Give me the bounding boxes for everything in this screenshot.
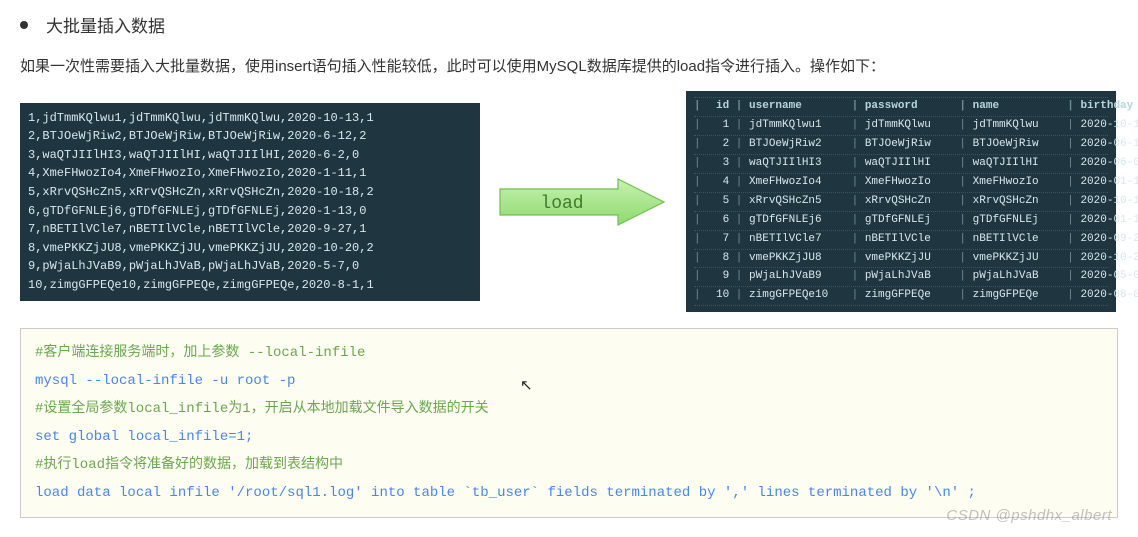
csv-line: 3,waQTJIIlHI3,waQTJIIlHI,waQTJIIlHI,2020… xyxy=(28,146,472,165)
table-cell: birthday xyxy=(1080,99,1138,115)
csv-line: 2,BTJOeWjRiw2,BTJOeWjRiw,BTJOeWjRiw,2020… xyxy=(28,127,472,146)
table-cell: xRrvQSHcZn5 xyxy=(749,194,845,210)
table-cell: pWjaLhJVaB xyxy=(973,269,1061,285)
csv-line: 8,vmePKKZjJU8,vmePKKZjJU,vmePKKZjJU,2020… xyxy=(28,239,472,258)
table-cell: 2020-05-07 xyxy=(1080,269,1138,285)
table-cell: BTJOeWjRiw xyxy=(973,137,1061,153)
db-table-panel: | id | username | password | name | birt… xyxy=(686,91,1116,312)
table-cell: XmeFHwozIo4 xyxy=(749,175,845,191)
table-cell: 2 xyxy=(707,137,729,153)
table-cell: 4 xyxy=(707,175,729,191)
csv-line: 4,XmeFHwozIo4,XmeFHwozIo,XmeFHwozIo,2020… xyxy=(28,164,472,183)
csv-line: 5,xRrvQSHcZn5,xRrvQSHcZn,xRrvQSHcZn,2020… xyxy=(28,183,472,202)
intro-paragraph: 如果一次性需要插入大批量数据，使用insert语句插入性能较低，此时可以使用My… xyxy=(20,55,1118,79)
table-cell: 2020-06-12 xyxy=(1080,137,1138,153)
table-cell: 2020-01-13 xyxy=(1080,213,1138,229)
table-cell: XmeFHwozIo xyxy=(973,175,1061,191)
table-cell: zimgGFPEQe10 xyxy=(749,288,845,304)
table-cell: 2020-01-11 xyxy=(1080,175,1138,191)
section-heading: 大批量插入数据 xyxy=(20,12,1118,37)
table-row: | 10 | zimgGFPEQe10 | zimgGFPEQe | zimgG… xyxy=(694,287,1108,306)
table-cell: vmePKKZjJU xyxy=(973,251,1061,267)
table-row: | 6 | gTDfGFNLEj6 | gTDfGFNLEj | gTDfGFN… xyxy=(694,212,1108,231)
table-cell: name xyxy=(973,99,1061,115)
code-comment: #客户端连接服务端时，加上参数 --local-infile xyxy=(35,339,1103,367)
code-comment: #执行load指令将准备好的数据，加载到表结构中 xyxy=(35,451,1103,479)
csv-line: 1,jdTmmKQlwu1,jdTmmKQlwu,jdTmmKQlwu,2020… xyxy=(28,109,472,128)
heading-text: 大批量插入数据 xyxy=(46,12,165,37)
code-sql: set global local_infile=1; xyxy=(35,423,1103,451)
table-cell: pWjaLhJVaB xyxy=(865,269,953,285)
table-cell: pWjaLhJVaB9 xyxy=(749,269,845,285)
table-cell: jdTmmKQlwu xyxy=(865,118,953,134)
table-cell: gTDfGFNLEj xyxy=(865,213,953,229)
table-row: | 9 | pWjaLhJVaB9 | pWjaLhJVaB | pWjaLhJ… xyxy=(694,268,1108,287)
table-row: | 8 | vmePKKZjJU8 | vmePKKZjJU | vmePKKZ… xyxy=(694,250,1108,269)
table-cell: vmePKKZjJU xyxy=(865,251,953,267)
table-cell: password xyxy=(865,99,953,115)
load-arrow: load xyxy=(498,177,668,227)
bullet-icon xyxy=(20,21,28,29)
csv-line: 6,gTDfGFNLEj6,gTDfGFNLEj,gTDfGFNLEj,2020… xyxy=(28,202,472,221)
table-cell: username xyxy=(749,99,845,115)
code-sql: mysql --local-infile -u root -p xyxy=(35,367,1103,395)
csv-line: 7,nBETIlVCle7,nBETIlVCle,nBETIlVCle,2020… xyxy=(28,220,472,239)
table-cell: xRrvQSHcZn xyxy=(973,194,1061,210)
table-row: | 5 | xRrvQSHcZn5 | xRrvQSHcZn | xRrvQSH… xyxy=(694,193,1108,212)
code-sql: load data local infile '/root/sql1.log' … xyxy=(35,479,1103,507)
table-cell: XmeFHwozIo xyxy=(865,175,953,191)
table-cell: 2020-09-27 xyxy=(1080,232,1138,248)
table-cell: 10 xyxy=(707,288,729,304)
table-cell: zimgGFPEQe xyxy=(865,288,953,304)
csv-data-panel: 1,jdTmmKQlwu1,jdTmmKQlwu,jdTmmKQlwu,2020… xyxy=(20,103,480,301)
table-cell: 8 xyxy=(707,251,729,267)
table-row: | 4 | XmeFHwozIo4 | XmeFHwozIo | XmeFHwo… xyxy=(694,174,1108,193)
table-row: | 2 | BTJOeWjRiw2 | BTJOeWjRiw | BTJOeWj… xyxy=(694,136,1108,155)
table-row: | 7 | nBETIlVCle7 | nBETIlVCle | nBETIlV… xyxy=(694,231,1108,250)
table-cell: 1 xyxy=(707,118,729,134)
table-cell: zimgGFPEQe xyxy=(973,288,1061,304)
table-cell: 2020-10-13 xyxy=(1080,118,1138,134)
table-cell: jdTmmKQlwu xyxy=(973,118,1061,134)
table-cell: 9 xyxy=(707,269,729,285)
table-cell: waQTJIIlHI xyxy=(865,156,953,172)
table-cell: BTJOeWjRiw xyxy=(865,137,953,153)
table-cell: 7 xyxy=(707,232,729,248)
table-cell: vmePKKZjJU8 xyxy=(749,251,845,267)
table-cell: 5 xyxy=(707,194,729,210)
table-cell: 2020-06-02 xyxy=(1080,156,1138,172)
code-comment: #设置全局参数local_infile为1，开启从本地加载文件导入数据的开关 xyxy=(35,395,1103,423)
table-cell: nBETIlVCle xyxy=(865,232,953,248)
table-cell: 6 xyxy=(707,213,729,229)
table-cell: 2020-08-01 xyxy=(1080,288,1138,304)
table-cell: 3 xyxy=(707,156,729,172)
table-cell: 2020-10-20 xyxy=(1080,251,1138,267)
arrow-icon: load xyxy=(498,177,668,227)
diagram-row: 1,jdTmmKQlwu1,jdTmmKQlwu,jdTmmKQlwu,2020… xyxy=(20,91,1118,312)
arrow-label: load xyxy=(540,194,583,214)
watermark: CSDN @pshdhx_albert xyxy=(946,507,1112,524)
table-cell: waQTJIIlHI3 xyxy=(749,156,845,172)
table-cell: 2020-10-18 xyxy=(1080,194,1138,210)
table-cell: waQTJIIlHI xyxy=(973,156,1061,172)
table-cell: jdTmmKQlwu1 xyxy=(749,118,845,134)
table-cell: gTDfGFNLEj6 xyxy=(749,213,845,229)
table-cell: id xyxy=(707,99,729,115)
table-cell: gTDfGFNLEj xyxy=(973,213,1061,229)
table-row: | 3 | waQTJIIlHI3 | waQTJIIlHI | waQTJII… xyxy=(694,155,1108,174)
table-header-row: | id | username | password | name | birt… xyxy=(694,97,1108,117)
code-block: #客户端连接服务端时，加上参数 --local-infilemysql --lo… xyxy=(20,328,1118,518)
table-cell: nBETIlVCle7 xyxy=(749,232,845,248)
table-cell: nBETIlVCle xyxy=(973,232,1061,248)
table-cell: xRrvQSHcZn xyxy=(865,194,953,210)
csv-line: 10,zimgGFPEQe10,zimgGFPEQe,zimgGFPEQe,20… xyxy=(28,276,472,295)
table-row: | 1 | jdTmmKQlwu1 | jdTmmKQlwu | jdTmmKQ… xyxy=(694,117,1108,136)
csv-line: 9,pWjaLhJVaB9,pWjaLhJVaB,pWjaLhJVaB,2020… xyxy=(28,257,472,276)
table-cell: BTJOeWjRiw2 xyxy=(749,137,845,153)
